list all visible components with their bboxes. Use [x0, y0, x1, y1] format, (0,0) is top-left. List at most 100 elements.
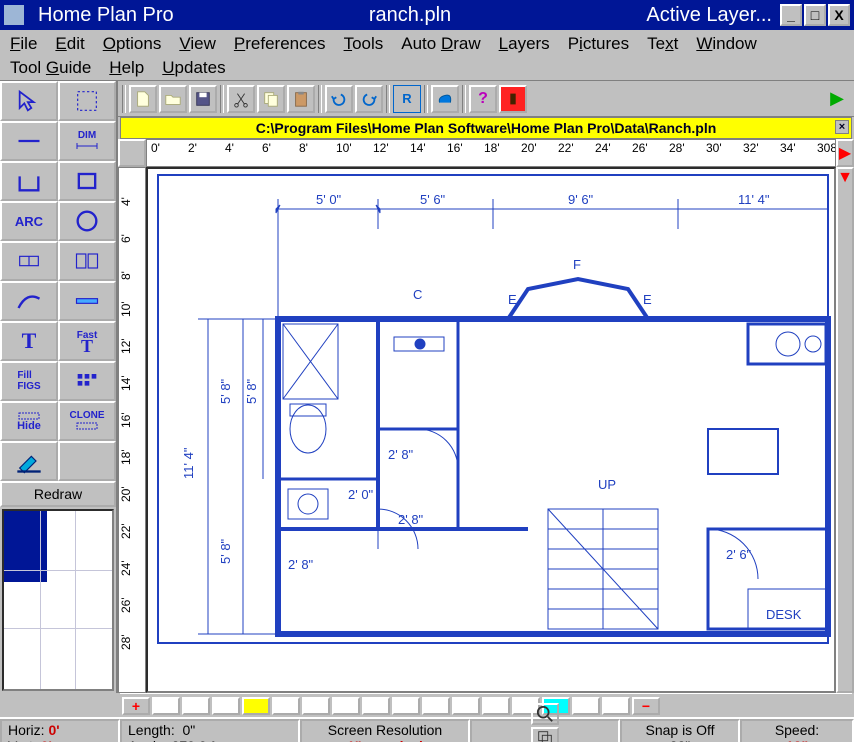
tool-select[interactable]: [58, 81, 116, 121]
label-up: UP: [598, 477, 616, 492]
tool-fast-text[interactable]: FastT: [58, 321, 116, 361]
app-icon: [4, 5, 24, 25]
h-ruler-tick: 30': [706, 141, 722, 155]
tool-line[interactable]: [0, 121, 58, 161]
status-horiz-label: Horiz:: [8, 722, 45, 738]
status-length-value: 0": [183, 722, 196, 738]
tool-clone[interactable]: CLONE: [58, 401, 116, 441]
dim-26: 2' 6": [726, 547, 752, 562]
status-snap-label: Snap is Off: [628, 722, 732, 738]
tool-polygon[interactable]: [58, 161, 116, 201]
swatch-11[interactable]: [452, 697, 480, 715]
swatch-3[interactable]: [212, 697, 240, 715]
ruler-right-arrow[interactable]: ▶: [836, 139, 854, 167]
menu-options[interactable]: Options: [103, 34, 162, 54]
tb-new[interactable]: [129, 85, 157, 113]
tool-fill-figs[interactable]: FillFIGS: [0, 361, 58, 401]
tb-help[interactable]: ?: [469, 85, 497, 113]
swatch-10[interactable]: [422, 697, 450, 715]
h-ruler-tick: 0': [151, 141, 160, 155]
tool-wall[interactable]: [58, 281, 116, 321]
tb-r-button[interactable]: R: [393, 85, 421, 113]
tool-dim[interactable]: DIM: [58, 121, 116, 161]
dim-v1: 11' 4": [181, 447, 196, 479]
tool-curve[interactable]: [0, 281, 58, 321]
color-plus[interactable]: +: [122, 697, 150, 715]
h-ruler-tick: 2': [188, 141, 197, 155]
tb-cut[interactable]: [227, 85, 255, 113]
tool-blank[interactable]: [58, 441, 116, 481]
tool-circle[interactable]: [58, 201, 116, 241]
swatch-8[interactable]: [362, 697, 390, 715]
tb-undo[interactable]: [325, 85, 353, 113]
menu-preferences[interactable]: Preferences: [234, 34, 326, 54]
tb-exit[interactable]: [499, 85, 527, 113]
tool-rect[interactable]: [0, 161, 58, 201]
menu-toolguide[interactable]: Tool Guide: [10, 58, 91, 78]
dim-28a: 2' 8": [388, 447, 414, 462]
minimize-button[interactable]: _: [780, 4, 802, 26]
title-file: ranch.pln: [174, 4, 647, 27]
swatch-16[interactable]: [602, 697, 630, 715]
tool-text[interactable]: T: [0, 321, 58, 361]
tb-copy[interactable]: [257, 85, 285, 113]
menu-help[interactable]: Help: [109, 58, 144, 78]
tool-arc[interactable]: ARC: [0, 201, 58, 241]
tb-redo[interactable]: [355, 85, 383, 113]
v-ruler-tick: 24': [119, 560, 133, 576]
swatch-6[interactable]: [302, 697, 330, 715]
color-minus[interactable]: −: [632, 697, 660, 715]
tool-door[interactable]: [58, 241, 116, 281]
h-ruler-tick: 4': [225, 141, 234, 155]
h-ruler-tick: 32': [743, 141, 759, 155]
menu-updates[interactable]: Updates: [162, 58, 225, 78]
top-toolbar: R ? ▶: [118, 81, 854, 117]
tool-paint[interactable]: [0, 441, 58, 481]
menu-edit[interactable]: Edit: [55, 34, 84, 54]
grid-preview[interactable]: [2, 509, 114, 691]
menu-file[interactable]: File: [10, 34, 37, 54]
h-ruler-tick: 14': [410, 141, 426, 155]
menu-pictures[interactable]: Pictures: [568, 34, 629, 54]
swatch-7[interactable]: [332, 697, 360, 715]
tool-pattern[interactable]: [58, 361, 116, 401]
swatch-1[interactable]: [152, 697, 180, 715]
menu-text[interactable]: Text: [647, 34, 678, 54]
floor-plan-canvas[interactable]: 5' 0" 5' 6" 9' 6" 11' 4" 11' 4" 5' 8" 5'…: [146, 167, 836, 693]
tb-open[interactable]: [159, 85, 187, 113]
color-bar: + −: [120, 693, 852, 717]
status-zoom-icon[interactable]: [531, 703, 559, 725]
swatch-5[interactable]: [272, 697, 300, 715]
canvas-down-arrow[interactable]: ▼: [836, 167, 854, 693]
h-ruler-tick: 20': [521, 141, 537, 155]
tb-print[interactable]: [431, 85, 459, 113]
status-layer-icon[interactable]: [531, 727, 559, 742]
menu-tools[interactable]: Tools: [344, 34, 384, 54]
swatch-15[interactable]: [572, 697, 600, 715]
h-ruler[interactable]: 0'2'4'6'8'10'12'14'16'18'20'22'24'26'28'…: [146, 139, 836, 167]
v-ruler-tick: 12': [119, 338, 133, 354]
swatch-12[interactable]: [482, 697, 510, 715]
tool-hide[interactable]: Hide: [0, 401, 58, 441]
tb-right-arrow-icon[interactable]: ▶: [830, 88, 844, 109]
tb-save[interactable]: [189, 85, 217, 113]
tb-paste[interactable]: [287, 85, 315, 113]
h-ruler-tick: 28': [669, 141, 685, 155]
menu-window[interactable]: Window: [696, 34, 756, 54]
redraw-button[interactable]: Redraw: [0, 481, 116, 507]
close-button[interactable]: X: [828, 4, 850, 26]
swatch-9[interactable]: [392, 697, 420, 715]
v-ruler[interactable]: 4'6'8'10'12'14'16'18'20'22'24'26'28': [118, 167, 146, 693]
status-horiz-value: 0': [48, 722, 59, 738]
path-close-icon[interactable]: ×: [835, 120, 849, 134]
maximize-button[interactable]: □: [804, 4, 826, 26]
swatch-2[interactable]: [182, 697, 210, 715]
menu-layers[interactable]: Layers: [499, 34, 550, 54]
swatch-4[interactable]: [242, 697, 270, 715]
menu-bar: File Edit Options View Preferences Tools…: [0, 30, 854, 81]
tool-arrow[interactable]: [0, 81, 58, 121]
tool-window[interactable]: [0, 241, 58, 281]
menu-view[interactable]: View: [179, 34, 216, 54]
path-text: C:\Program Files\Home Plan Software\Home…: [129, 120, 843, 136]
menu-autodraw[interactable]: Auto Draw: [401, 34, 480, 54]
